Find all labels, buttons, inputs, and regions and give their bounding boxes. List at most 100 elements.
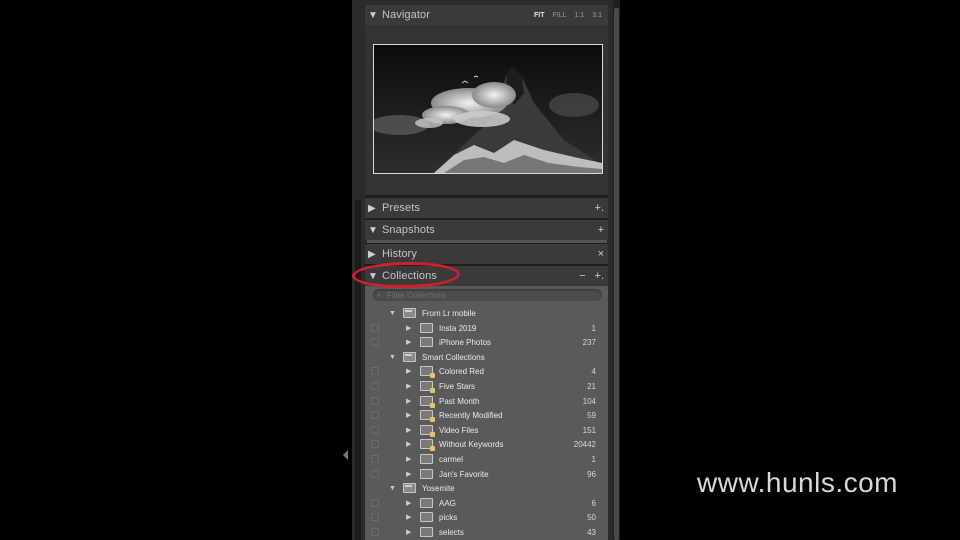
collection-checkbox[interactable]: [371, 324, 379, 332]
zoom-3-1[interactable]: 3:1: [592, 12, 602, 19]
navigator-title: Navigator: [382, 9, 430, 21]
collection-icon: [420, 512, 433, 522]
presets-header[interactable]: ▶ Presets +.: [365, 198, 608, 218]
collection-checkbox[interactable]: [371, 367, 379, 375]
triangle-right-icon[interactable]: ▶: [406, 426, 411, 434]
collection-checkbox[interactable]: [371, 440, 379, 448]
collection-row[interactable]: ▶ Recently Modified 59: [365, 408, 608, 422]
collection-count: 151: [582, 425, 596, 435]
collection-row[interactable]: ▶ iPhone Photos 237: [365, 335, 608, 349]
add-preset-button[interactable]: +.: [595, 202, 604, 214]
collection-set-icon: [403, 308, 416, 318]
collection-checkbox[interactable]: [371, 470, 379, 478]
collapse-left-panel-icon[interactable]: [343, 450, 348, 460]
collection-count: 1: [591, 323, 596, 333]
filter-placeholder: Filter Collections: [387, 290, 447, 300]
collection-checkbox[interactable]: [371, 499, 379, 507]
collection-count: 237: [582, 337, 596, 347]
zoom-fill[interactable]: FILL: [553, 12, 567, 19]
triangle-right-icon[interactable]: ▶: [406, 324, 411, 332]
collection-count: 21: [587, 381, 596, 391]
collection-count: 43: [587, 527, 596, 537]
triangle-right-icon[interactable]: ▶: [406, 470, 411, 478]
collection-checkbox[interactable]: [371, 382, 379, 390]
add-snapshot-button[interactable]: +: [598, 224, 604, 236]
collection-checkbox[interactable]: [371, 455, 379, 463]
collection-name: AAG: [439, 498, 456, 508]
triangle-right-icon[interactable]: ▶: [406, 440, 411, 448]
collection-icon: [420, 454, 433, 464]
collection-set-icon: [403, 352, 416, 362]
triangle-right-icon: ▶: [368, 248, 376, 260]
filter-collections-input[interactable]: ⌕ Filter Collections: [373, 289, 602, 301]
collection-row[interactable]: ▶ Insta 2019 1: [365, 321, 608, 335]
collection-row[interactable]: ▶ selects 43: [365, 525, 608, 539]
zoom-fit[interactable]: FIT: [534, 12, 545, 19]
triangle-right-icon[interactable]: ▶: [406, 455, 411, 463]
triangle-down-icon[interactable]: ▼: [389, 485, 396, 492]
collection-icon: [420, 469, 433, 479]
collection-row[interactable]: ▶ Video Files 151: [365, 423, 608, 437]
collection-name: Without Keywords: [439, 439, 504, 449]
collection-count: 104: [582, 396, 596, 406]
collection-count: 59: [587, 410, 596, 420]
collection-checkbox[interactable]: [371, 338, 379, 346]
collection-checkbox[interactable]: [371, 426, 379, 434]
mountain-preview-image: [374, 45, 602, 173]
triangle-right-icon[interactable]: ▶: [406, 382, 411, 390]
collection-name: Insta 2019: [439, 323, 477, 333]
triangle-right-icon[interactable]: ▶: [406, 513, 411, 521]
collection-row[interactable]: ▶ Without Keywords 20442: [365, 437, 608, 451]
zoom-options: FIT FILL 1:1 3:1: [534, 12, 602, 19]
triangle-right-icon[interactable]: ▶: [406, 367, 411, 375]
remove-collection-button[interactable]: −: [579, 270, 585, 282]
smart-collection-icon: [420, 366, 435, 378]
add-collection-button[interactable]: +.: [595, 270, 604, 282]
collection-name: Yosemite: [422, 483, 455, 493]
snapshots-header[interactable]: ▼ Snapshots +: [365, 220, 608, 240]
triangle-down-icon[interactable]: ▼: [389, 310, 396, 317]
collection-name: Five Stars: [439, 381, 476, 391]
collection-checkbox[interactable]: [371, 397, 379, 405]
collection-set-row[interactable]: ▼ Smart Collections: [365, 350, 608, 364]
triangle-right-icon[interactable]: ▶: [406, 397, 411, 405]
collection-name: Colored Red: [439, 366, 484, 376]
collection-name: Recently Modified: [439, 410, 503, 420]
clear-history-button[interactable]: ×: [598, 248, 604, 260]
collection-row[interactable]: ▶ Five Stars 21: [365, 379, 608, 393]
collection-row[interactable]: ▶ Colored Red 4: [365, 364, 608, 378]
zoom-1-1[interactable]: 1:1: [575, 12, 585, 19]
collection-checkbox[interactable]: [371, 528, 379, 536]
navigator-preview[interactable]: [373, 44, 603, 174]
collection-count: 4: [591, 366, 596, 376]
smart-collection-icon: [420, 396, 435, 408]
right-scrollbar[interactable]: [614, 8, 619, 540]
collection-name: Past Month: [439, 396, 480, 406]
collection-row[interactable]: ▶ AAG 6: [365, 496, 608, 510]
collection-name: Video Files: [439, 425, 479, 435]
collection-icon: [420, 527, 433, 537]
navigator-header[interactable]: ▼ Navigator FIT FILL 1:1 3:1: [365, 5, 608, 25]
triangle-down-icon[interactable]: ▼: [389, 354, 396, 361]
history-header[interactable]: ▶ History ×: [365, 244, 608, 264]
collection-count: 50: [587, 512, 596, 522]
collection-name: selects: [439, 527, 464, 537]
smart-collection-icon: [420, 381, 435, 393]
collection-row[interactable]: ▶ Past Month 104: [365, 394, 608, 408]
collection-row[interactable]: ▶ picks 50: [365, 510, 608, 524]
collection-set-row[interactable]: ▼ Yosemite: [365, 481, 608, 495]
panel-scrollbar[interactable]: [355, 200, 361, 540]
collection-set-row[interactable]: ▼ From Lr mobile: [365, 306, 608, 320]
triangle-right-icon[interactable]: ▶: [406, 528, 411, 536]
collection-row[interactable]: ▶ Jan's Favorite 96: [365, 467, 608, 481]
collection-count: 96: [587, 469, 596, 479]
collection-name: iPhone Photos: [439, 337, 492, 347]
triangle-right-icon[interactable]: ▶: [406, 499, 411, 507]
watermark: www.hunls.com: [697, 467, 899, 498]
collection-checkbox[interactable]: [371, 411, 379, 419]
triangle-right-icon[interactable]: ▶: [406, 411, 411, 419]
triangle-right-icon[interactable]: ▶: [406, 338, 411, 346]
collection-set-icon: [403, 483, 416, 493]
collection-checkbox[interactable]: [371, 513, 379, 521]
collection-row[interactable]: ▶ carmel 1: [365, 452, 608, 466]
